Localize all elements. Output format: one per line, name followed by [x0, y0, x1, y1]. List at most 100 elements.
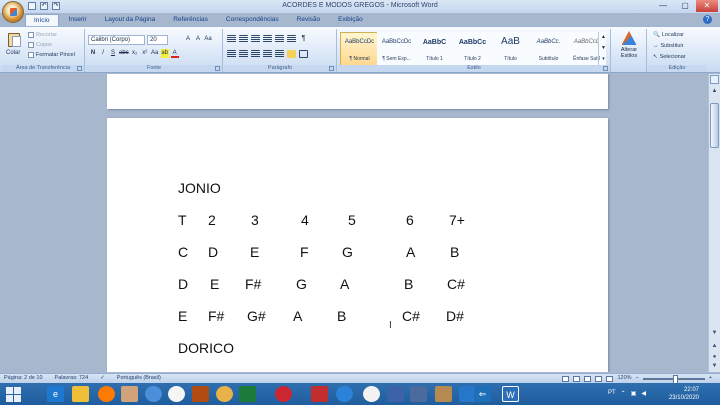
increase-indent-icon[interactable] [275, 35, 284, 43]
tab-revisao[interactable]: Revisão [289, 14, 328, 26]
spelling-icon[interactable]: ✓ [100, 374, 105, 383]
paste-button[interactable]: Colar [6, 30, 23, 61]
web-layout-icon[interactable] [584, 375, 592, 382]
app-icon[interactable] [387, 386, 404, 402]
firefox-icon[interactable] [98, 386, 115, 402]
language-indicator[interactable]: PT [608, 390, 616, 397]
edge-icon[interactable] [336, 386, 353, 402]
app-icon[interactable] [435, 386, 452, 402]
zoom-level[interactable]: 120% [617, 374, 631, 383]
zoom-slider[interactable] [642, 374, 705, 385]
decrease-indent-icon[interactable] [263, 35, 272, 43]
language-status[interactable]: Português (Brasil) [117, 374, 161, 383]
style-heading-2[interactable]: AaBbCc Título 2 [453, 32, 492, 66]
clock[interactable]: 22:07 23/10/2020 [669, 386, 699, 402]
browse-object-icon[interactable]: ● [710, 353, 719, 362]
outline-icon[interactable] [595, 375, 603, 382]
windows-start-icon[interactable] [4, 385, 24, 403]
volume-icon[interactable]: ◀ [641, 390, 646, 397]
app-icon[interactable]: ⇐ [474, 386, 491, 402]
previous-page-icon[interactable]: ▲ [710, 342, 719, 351]
cut-button[interactable]: Recortar [28, 32, 57, 38]
folder-icon[interactable] [72, 386, 89, 402]
tab-inicio[interactable]: Início [25, 14, 59, 26]
zoom-in-icon[interactable]: + [709, 374, 712, 383]
office-button[interactable] [2, 1, 24, 23]
underline-button[interactable]: S [109, 49, 117, 58]
scroll-thumb[interactable] [710, 103, 719, 148]
app-icon[interactable] [216, 386, 233, 402]
change-styles-button[interactable]: Alterar Estilos [617, 31, 641, 64]
styles-down-icon[interactable]: ▼ [599, 43, 608, 54]
borders-icon[interactable] [299, 50, 308, 58]
vertical-scrollbar[interactable]: ▲ ▼ ▲ ● ▼ [708, 74, 720, 372]
styles-scroll[interactable]: ▲ ▼ ▾ [598, 32, 608, 66]
chrome-icon[interactable] [145, 386, 162, 402]
maximize-button[interactable]: ▢ [674, 0, 696, 12]
tab-exibicao[interactable]: Exibição [330, 14, 371, 26]
grow-font-button[interactable]: A [184, 35, 192, 44]
next-page-icon[interactable]: ▼ [710, 362, 719, 371]
clear-formatting-button[interactable]: Aa [204, 35, 212, 44]
subscript-button[interactable]: x₂ [131, 49, 139, 58]
tab-referencias[interactable]: Referências [165, 14, 216, 26]
style-normal[interactable]: AaBbCcDc ¶ Normal [340, 32, 379, 66]
superscript-button[interactable]: x² [141, 49, 149, 58]
styles-more-icon[interactable]: ▾ [599, 54, 608, 65]
scroll-up-icon[interactable]: ▲ [710, 87, 719, 96]
tab-layout-pagina[interactable]: Layout da Página [97, 14, 164, 26]
clipboard-launcher-icon[interactable] [77, 66, 82, 71]
print-layout-icon[interactable] [562, 375, 570, 382]
change-case-button[interactable]: Aa [151, 49, 159, 58]
font-size-select[interactable]: 20 [147, 35, 168, 45]
align-center-icon[interactable] [239, 50, 248, 58]
find-button[interactable]: 🔍 Localizar [653, 32, 684, 38]
document-page[interactable]: JONIO T 2 3 4 5 6 7+ C D E F G A B D E F… [107, 118, 608, 372]
obs-icon[interactable] [363, 386, 380, 402]
network-icon[interactable]: ▣ [631, 390, 637, 397]
tab-correspondencias[interactable]: Correspondências [218, 14, 287, 26]
page-count[interactable]: Página: 2 de 10 [4, 374, 43, 383]
select-button[interactable]: ↖ Selecionar [653, 54, 686, 60]
shrink-font-button[interactable]: A [194, 35, 202, 44]
strikethrough-button[interactable]: abc [119, 49, 129, 58]
app-icon[interactable] [275, 386, 292, 402]
bold-button[interactable]: N [89, 49, 97, 58]
styles-up-icon[interactable]: ▲ [599, 32, 608, 43]
tab-inserir[interactable]: Inserir [61, 14, 95, 26]
draft-icon[interactable] [606, 375, 614, 382]
zoom-out-icon[interactable]: − [636, 374, 639, 383]
word-count[interactable]: Palavras: 724 [55, 374, 89, 383]
app-icon[interactable] [168, 386, 185, 402]
replace-button[interactable]: ↔ Substituir [653, 43, 683, 49]
line-spacing-icon[interactable] [275, 50, 284, 58]
tray-up-icon[interactable]: ⌃ [621, 390, 626, 397]
align-left-icon[interactable] [227, 50, 236, 58]
ruler-toggle-icon[interactable] [710, 75, 719, 84]
bullets-icon[interactable] [227, 35, 236, 43]
format-painter-button[interactable]: Formatar Pincel [28, 52, 75, 58]
justify-icon[interactable] [263, 50, 272, 58]
help-icon[interactable]: ? [703, 15, 712, 24]
app-icon[interactable] [410, 386, 427, 402]
style-no-spacing[interactable]: AaBbCcDc ¶ Sem Esp... [377, 32, 416, 66]
app-icon[interactable] [192, 386, 209, 402]
numbering-icon[interactable] [239, 35, 248, 43]
full-screen-icon[interactable] [573, 375, 581, 382]
styles-launcher-icon[interactable] [603, 66, 608, 71]
font-color-button[interactable]: A [170, 49, 179, 58]
copy-button[interactable]: Copiar [28, 42, 52, 48]
scroll-down-icon[interactable]: ▼ [710, 329, 719, 338]
shading-icon[interactable] [287, 50, 296, 58]
italic-button[interactable]: I [99, 49, 107, 58]
edge-icon[interactable]: e [47, 386, 64, 402]
show-formatting-icon[interactable]: ¶ [299, 35, 308, 43]
style-subtitle[interactable]: AaBbCc. Subtítulo [529, 32, 568, 66]
align-right-icon[interactable] [251, 50, 260, 58]
app-icon[interactable] [311, 386, 328, 402]
app-icon[interactable] [121, 386, 138, 402]
paragraph-launcher-icon[interactable] [329, 66, 334, 71]
style-heading-1[interactable]: AaBbC Título 1 [415, 32, 454, 66]
word-taskbar-icon[interactable]: W [502, 386, 519, 402]
minimize-button[interactable]: — [652, 0, 674, 12]
